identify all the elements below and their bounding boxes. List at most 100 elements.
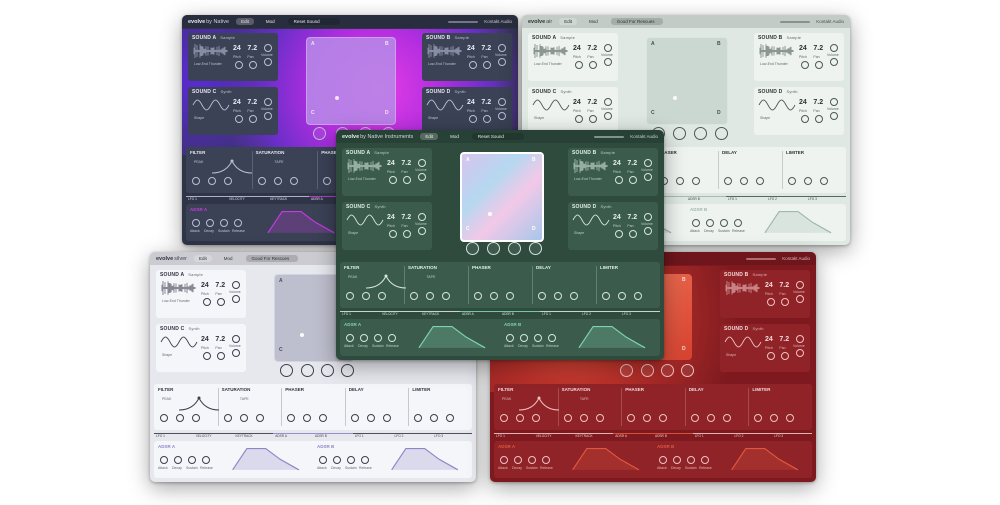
mod-tab-item[interactable]: ADSR B — [686, 196, 726, 202]
tune-knob[interactable] — [766, 352, 775, 360]
fx-knob[interactable] — [442, 292, 450, 300]
saturation-mode[interactable]: TAPE — [580, 397, 589, 401]
macro-icon[interactable] — [313, 127, 327, 140]
envelope-graph[interactable] — [260, 208, 342, 234]
saturation-mode[interactable]: TAPE — [275, 160, 284, 164]
adsr-knob[interactable] — [174, 456, 182, 464]
filter-knob[interactable] — [232, 349, 240, 357]
fine-knob[interactable] — [629, 230, 638, 238]
sound-panel[interactable]: SOUND C Synth Shape 24 7.2 Pitch Pan Volume — [342, 202, 432, 250]
adsr-knob[interactable] — [542, 456, 550, 464]
preset-name[interactable]: Low-End Thunder — [760, 62, 788, 66]
filter-knob[interactable] — [264, 112, 272, 120]
fx-knob[interactable] — [239, 414, 248, 422]
volume-knob[interactable] — [604, 44, 612, 52]
edit-tab[interactable]: Edit — [236, 18, 254, 25]
mod-tab-item[interactable]: ADSR A — [613, 433, 653, 439]
sound-mode[interactable]: Sample — [374, 150, 389, 155]
filter-curve[interactable] — [212, 158, 253, 174]
volume-knob[interactable] — [644, 159, 652, 167]
edit-tab[interactable]: Edit — [420, 133, 439, 140]
fx-knob[interactable] — [255, 414, 264, 422]
preset-name[interactable]: Low-End Thunder — [162, 299, 190, 303]
sound-panel[interactable]: SOUND A Sample Low-End Thunder 24 7.2 Pitch Pa… — [156, 270, 246, 318]
envelope-graph[interactable] — [412, 323, 492, 349]
fine-knob[interactable] — [815, 115, 824, 123]
volume-knob[interactable] — [498, 44, 506, 52]
macro-icon[interactable] — [714, 127, 728, 140]
fx-knob[interactable] — [754, 414, 763, 422]
xy-cursor[interactable] — [487, 212, 492, 216]
fx-knob[interactable] — [634, 292, 642, 300]
fx-knob[interactable] — [570, 292, 578, 300]
preset-name[interactable]: Shape — [760, 116, 770, 120]
tune-knob[interactable] — [614, 230, 623, 238]
preset-name[interactable]: Shape — [574, 231, 584, 235]
mod-tab-item[interactable]: VELOCITY — [193, 433, 234, 439]
edit-tab[interactable]: Edit — [193, 255, 212, 262]
adsr-knob[interactable] — [346, 334, 354, 342]
mod-tab-item[interactable]: LFO 1 — [352, 433, 393, 439]
sound-mode[interactable]: Sample — [786, 35, 801, 40]
sound-mode[interactable]: Synth — [220, 89, 231, 94]
mod-tab-item[interactable]: KEYTRACK — [233, 433, 274, 439]
mod-tab-item[interactable]: LFO 2 — [766, 196, 806, 202]
adsr-knob[interactable] — [192, 219, 200, 227]
mod-tab-item[interactable]: LFO 3 — [806, 196, 846, 202]
sound-panel[interactable]: SOUND B Sample 24 7.2 Pitch Pan Volume — [720, 270, 810, 318]
preset-name[interactable]: Low-End Thunder — [428, 62, 456, 66]
fx-knob[interactable] — [160, 414, 168, 422]
adsr-knob[interactable] — [548, 334, 556, 342]
macro-icon[interactable] — [466, 242, 480, 255]
fx-knob[interactable] — [804, 177, 812, 185]
fx-knob[interactable] — [788, 177, 796, 185]
envelope-graph[interactable] — [566, 445, 646, 471]
fine-knob[interactable] — [781, 298, 790, 306]
mod-tab-item[interactable]: LFO 1 — [540, 311, 580, 317]
fx-knob[interactable] — [500, 414, 508, 422]
mod-tab-item[interactable]: LFO 2 — [580, 311, 620, 317]
adsr-knob[interactable] — [360, 334, 368, 342]
fx-knob[interactable] — [820, 177, 828, 185]
adsr-knob[interactable] — [734, 219, 742, 227]
mod-tab-item[interactable]: VELOCITY — [533, 433, 574, 439]
filter-knob[interactable] — [498, 112, 506, 120]
xy-cursor[interactable] — [299, 333, 304, 337]
filter-knob[interactable] — [830, 112, 838, 120]
adsr-knob[interactable] — [720, 219, 728, 227]
adsr-knob[interactable] — [687, 456, 695, 464]
volume-knob[interactable] — [232, 281, 240, 289]
adsr-knob[interactable] — [206, 219, 214, 227]
saturation-mode[interactable]: TAPE — [426, 275, 435, 279]
tune-knob[interactable] — [202, 298, 211, 306]
xy-morph-pad[interactable]: A B C D — [460, 152, 544, 242]
mod-tab[interactable]: Mod — [584, 18, 603, 25]
preset-browser[interactable]: Good For Rescues — [245, 255, 298, 262]
mod-tab-item[interactable]: LFO 3 — [772, 433, 812, 439]
volume-knob[interactable] — [796, 281, 804, 289]
volume-knob[interactable] — [830, 44, 838, 52]
sound-panel[interactable]: SOUND C Synth Shape 24 7.2 Pitch Pan Volume — [528, 87, 618, 135]
mod-tab[interactable]: Mod — [445, 133, 464, 140]
saturation-mode[interactable]: TAPE — [240, 397, 249, 401]
macro-icon[interactable] — [320, 364, 334, 377]
sound-mode[interactable]: Sample — [600, 150, 615, 155]
volume-knob[interactable] — [830, 98, 838, 106]
macro-icon[interactable] — [640, 364, 654, 377]
fx-knob[interactable] — [506, 292, 514, 300]
sound-mode[interactable]: Synth — [786, 89, 797, 94]
fx-knob[interactable] — [410, 292, 418, 300]
sound-mode[interactable]: Synth — [560, 89, 571, 94]
filter-knob[interactable] — [498, 58, 506, 66]
mod-tab-item[interactable]: LFO 1 — [692, 433, 733, 439]
fx-knob[interactable] — [378, 292, 386, 300]
fx-knob[interactable] — [303, 414, 312, 422]
sound-panel[interactable]: SOUND A Sample Low-End Thunder 24 7.2 Pitch Pa… — [342, 148, 432, 196]
adsr-knob[interactable] — [234, 219, 242, 227]
fine-knob[interactable] — [403, 230, 412, 238]
sound-panel[interactable]: SOUND D Synth Shape 24 7.2 Pitch Pan Volume — [754, 87, 844, 135]
fx-knob[interactable] — [474, 292, 482, 300]
mod-tab-item[interactable]: LFO 1 — [186, 196, 227, 202]
xy-morph-pad[interactable]: A B C D — [306, 37, 396, 125]
fx-knob[interactable] — [273, 177, 282, 185]
